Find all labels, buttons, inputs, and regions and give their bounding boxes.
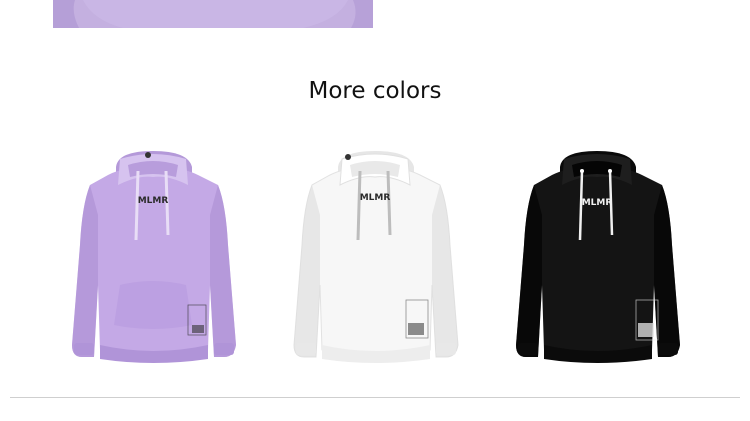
product-swatch-white[interactable]: MLMR (290, 145, 460, 370)
black-logo-text: MLMR (582, 198, 613, 208)
lavender-hoodie-image: MLMR (72, 151, 236, 363)
product-swatch-lavender[interactable]: MLMR (68, 145, 238, 370)
white-logo-text: MLMR (360, 193, 391, 203)
section-title: More colors (308, 78, 442, 104)
lavender-logo-text: MLMR (138, 196, 169, 206)
top-photo-art (53, 0, 373, 28)
white-hoodie-image: MLMR (293, 151, 459, 363)
black-hoodie-image: MLMR (516, 151, 680, 363)
section-divider (10, 397, 740, 398)
top-product-photo (53, 0, 373, 28)
product-swatch-black[interactable]: MLMR (512, 145, 682, 370)
